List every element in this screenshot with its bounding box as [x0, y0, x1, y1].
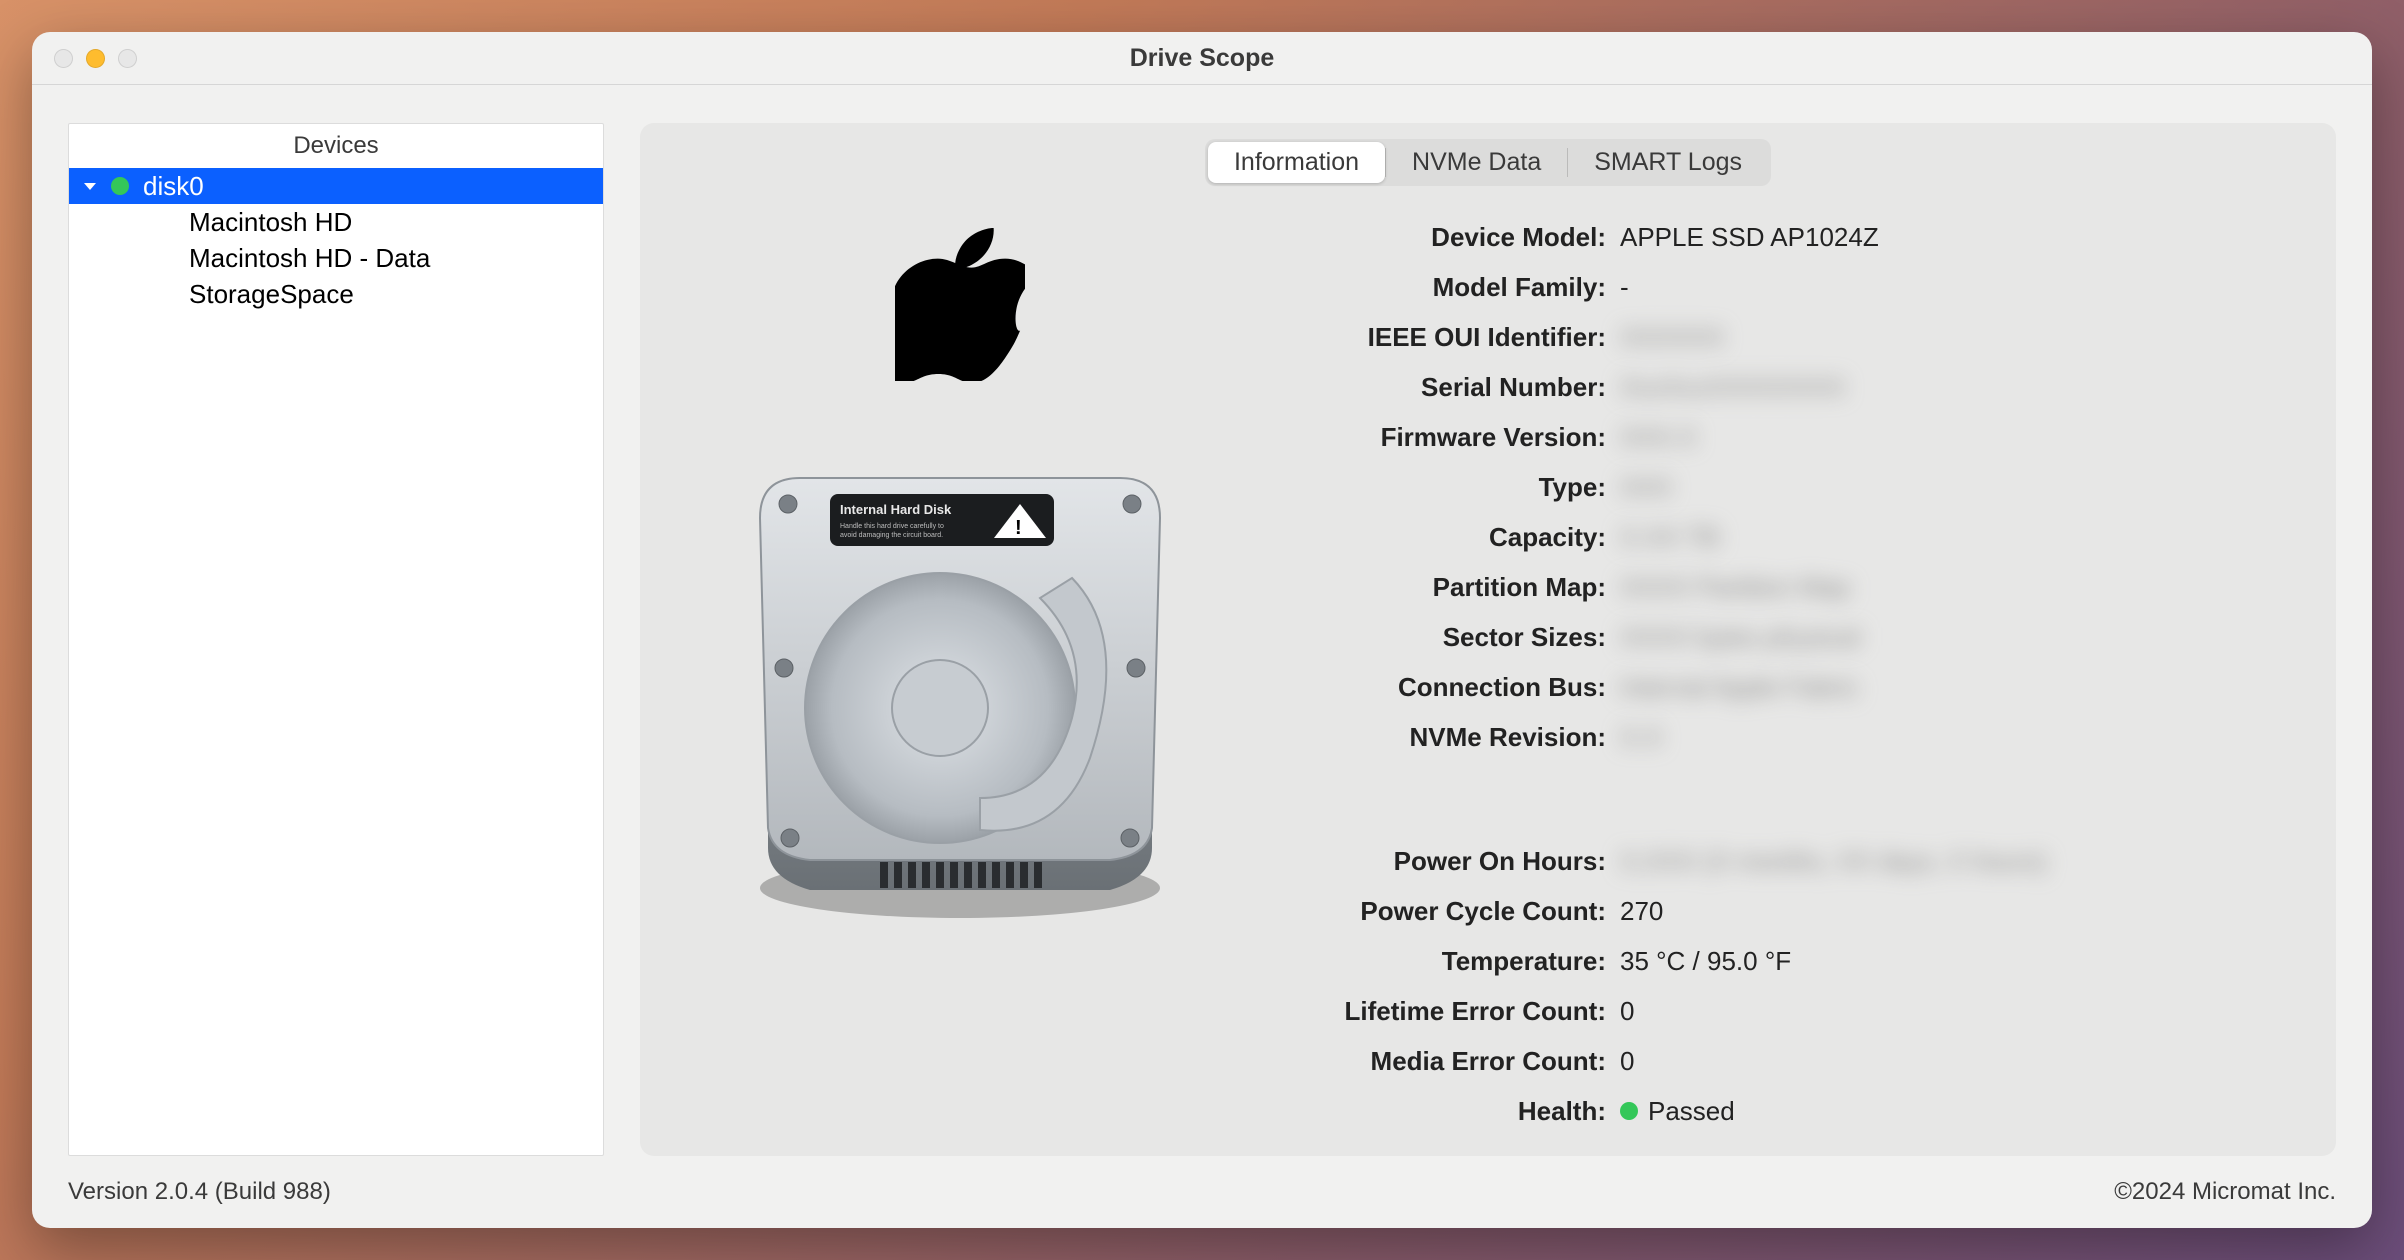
info-row-temperature: Temperature: 35 °C / 95.0 °F [1240, 936, 2296, 986]
info-label: Firmware Version: [1240, 422, 1620, 453]
info-value: 0 [1620, 996, 1634, 1027]
info-label: Power Cycle Count: [1240, 896, 1620, 927]
info-label: Sector Sizes: [1240, 622, 1620, 653]
titlebar: Drive Scope [32, 32, 2372, 85]
device-name: disk0 [143, 171, 204, 202]
info-value: 270 [1620, 896, 1663, 927]
info-label: Type: [1240, 472, 1620, 503]
tabs-row: Information NVMe Data SMART Logs [640, 123, 2336, 186]
svg-text:avoid damaging the circuit boa: avoid damaging the circuit board. [840, 532, 943, 539]
footer: Version 2.0.4 (Build 988) ©2024 Micromat… [32, 1168, 2372, 1228]
info-label: Health: [1240, 1096, 1620, 1127]
volume-row[interactable]: Macintosh HD - Data [69, 240, 603, 276]
device-row-disk0[interactable]: disk0 [69, 168, 603, 204]
info-value: XXX.X [1620, 422, 1697, 453]
content-area: Devices disk0 Macintosh HD Macintosh HD … [32, 85, 2372, 1168]
info-row-serial-number: Serial Number: XxxXxxXXXXXXXX [1240, 362, 2296, 412]
apple-logo-icon [895, 228, 1025, 388]
section-gap [1240, 762, 2296, 836]
volume-name: Macintosh HD - Data [189, 243, 430, 274]
info-label: NVMe Revision: [1240, 722, 1620, 753]
main-panel: Information NVMe Data SMART Logs [640, 123, 2336, 1156]
info-label: Partition Map: [1240, 572, 1620, 603]
device-tree: disk0 Macintosh HD Macintosh HD - Data S… [69, 168, 603, 1155]
info-value: XXXX Partition Map [1620, 572, 1850, 603]
volume-row[interactable]: Macintosh HD [69, 204, 603, 240]
info-row-model-family: Model Family: - [1240, 262, 2296, 312]
svg-text:Handle this hard drive careful: Handle this hard drive carefully to [840, 523, 944, 530]
info-row-device-model: Device Model: APPLE SSD AP1024Z [1240, 212, 2296, 262]
chevron-down-icon[interactable] [81, 177, 99, 195]
health-status-text: Passed [1648, 1096, 1735, 1127]
version-text: Version 2.0.4 (Build 988) [68, 1178, 331, 1206]
info-row-connection-bus: Connection Bus: Internal Apple Fabric [1240, 662, 2296, 712]
info-value: XXXXXX [1620, 322, 1724, 353]
svg-text:!: ! [1015, 517, 1022, 539]
status-dot-icon [1620, 1102, 1638, 1120]
info-label: Model Family: [1240, 272, 1620, 303]
status-dot-icon [111, 177, 129, 195]
volume-name: StorageSpace [189, 279, 354, 310]
info-value: APPLE SSD AP1024Z [1620, 222, 1879, 253]
tab-information[interactable]: Information [1208, 142, 1385, 183]
tab-smart-logs[interactable]: SMART Logs [1568, 142, 1768, 183]
info-row-health: Health: Passed [1240, 1086, 2296, 1136]
info-label: IEEE OUI Identifier: [1240, 322, 1620, 353]
tab-nvme-data[interactable]: NVMe Data [1386, 142, 1567, 183]
info-row-nvme-revision: NVMe Revision: X.X [1240, 712, 2296, 762]
info-row-firmware-version: Firmware Version: XXX.X [1240, 412, 2296, 462]
info-value: Passed [1620, 1096, 1735, 1127]
info-row-partition-map: Partition Map: XXXX Partition Map [1240, 562, 2296, 612]
info-value: Internal Apple Fabric [1620, 672, 1858, 703]
info-row-power-on-hours: Power On Hours: X,XXX (X months, XX days… [1240, 836, 2296, 886]
info-row-power-cycle-count: Power Cycle Count: 270 [1240, 886, 2296, 936]
info-value: XXX [1620, 472, 1672, 503]
info-value: X,XXX (X months, XX days, X hours) [1620, 846, 2046, 877]
info-row-media-error-count: Media Error Count: 0 [1240, 1036, 2296, 1086]
info-value: XXXX bytes physical [1620, 622, 1860, 653]
app-window: Drive Scope Devices disk0 Macintosh HD M… [32, 32, 2372, 1228]
info-value: 0 [1620, 1046, 1634, 1077]
sidebar-header: Devices [69, 124, 603, 168]
window-title: Drive Scope [32, 44, 2372, 73]
info-label: Device Model: [1240, 222, 1620, 253]
info-value: - [1620, 272, 1629, 303]
panel-body: Internal Hard Disk Handle this hard driv… [640, 186, 2336, 1156]
info-value: XxxXxxXXXXXXXX [1620, 372, 1845, 403]
info-label: Media Error Count: [1240, 1046, 1620, 1077]
volume-name: Macintosh HD [189, 207, 352, 238]
devices-sidebar: Devices disk0 Macintosh HD Macintosh HD … [68, 123, 604, 1156]
info-label: Capacity: [1240, 522, 1620, 553]
info-label: Power On Hours: [1240, 846, 1620, 877]
info-value: 35 °C / 95.0 °F [1620, 946, 1791, 977]
svg-text:Internal Hard Disk: Internal Hard Disk [840, 502, 952, 517]
info-row-lifetime-error-count: Lifetime Error Count: 0 [1240, 986, 2296, 1036]
volume-row[interactable]: StorageSpace [69, 276, 603, 312]
info-row-capacity: Capacity: X.XX TB [1240, 512, 2296, 562]
info-row-type: Type: XXX [1240, 462, 2296, 512]
info-row-ieee-oui: IEEE OUI Identifier: XXXXXX [1240, 312, 2296, 362]
segmented-control: Information NVMe Data SMART Logs [1205, 139, 1771, 186]
info-label: Connection Bus: [1240, 672, 1620, 703]
info-column: Device Model: APPLE SSD AP1024Z Model Fa… [1240, 206, 2296, 1136]
copyright-text: ©2024 Micromat Inc. [2114, 1178, 2336, 1206]
hard-drive-icon: Internal Hard Disk Handle this hard driv… [740, 458, 1180, 935]
info-label: Serial Number: [1240, 372, 1620, 403]
info-value: X.XX TB [1620, 522, 1719, 553]
illustration-column: Internal Hard Disk Handle this hard driv… [680, 206, 1240, 1136]
info-row-sector-sizes: Sector Sizes: XXXX bytes physical [1240, 612, 2296, 662]
info-label: Lifetime Error Count: [1240, 996, 1620, 1027]
info-value: X.X [1620, 722, 1662, 753]
info-label: Temperature: [1240, 946, 1620, 977]
